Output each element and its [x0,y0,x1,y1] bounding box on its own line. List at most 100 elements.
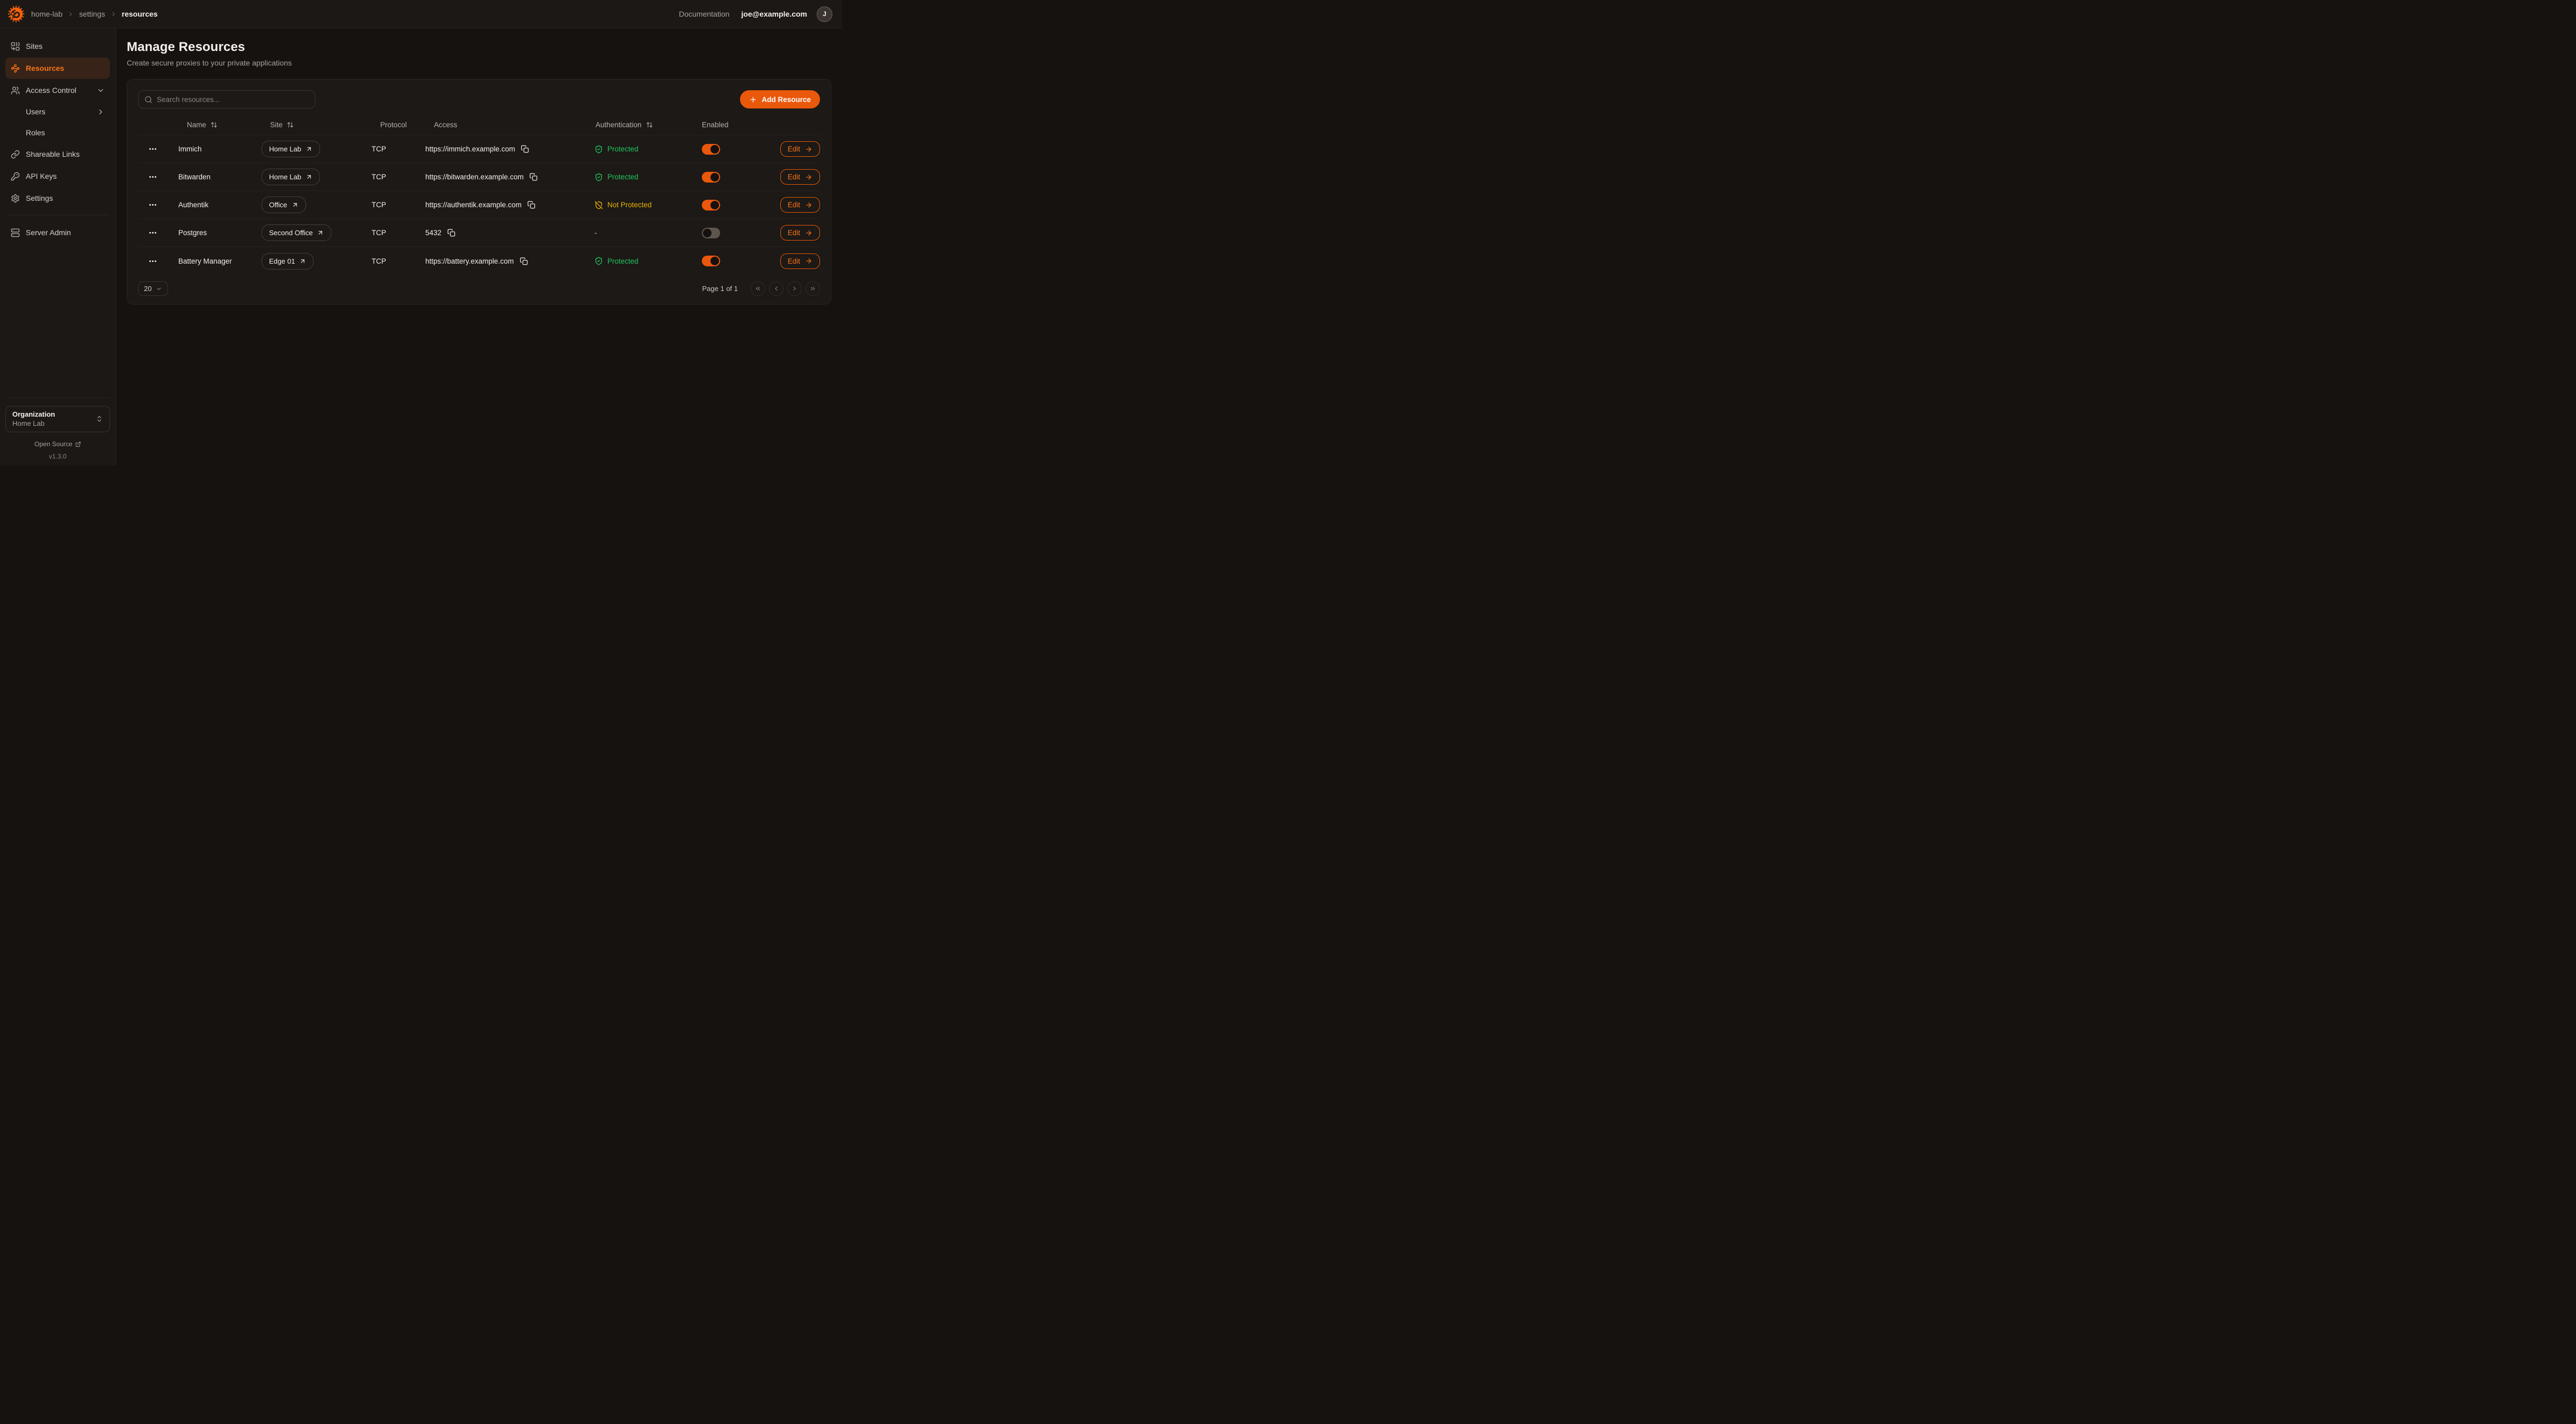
last-page-button[interactable] [806,281,820,296]
site-link-button[interactable]: Home Lab [262,141,320,157]
copy-button[interactable] [527,201,535,209]
copy-button[interactable] [529,173,538,181]
external-link-icon [75,441,81,447]
row-actions-cell: Edit [750,141,820,157]
sidebar-item-label: Server Admin [26,228,71,237]
user-email[interactable]: joe@example.com [741,10,807,18]
header-name-label: Name [187,121,206,129]
header-site-label: Site [270,121,282,129]
auth-status: Protected [594,145,638,154]
protocol-value: TCP [372,145,386,153]
gear-icon [11,194,20,203]
copy-button[interactable] [521,145,529,153]
row-menu-button[interactable] [148,228,157,237]
avatar[interactable]: J [817,6,832,22]
open-source-link[interactable]: Open Source [5,440,110,448]
row-site-cell: Office [253,197,364,213]
ellipsis-icon [148,200,157,209]
chevron-left-icon [773,285,780,292]
breadcrumb-org[interactable]: home-lab [31,10,62,18]
sort-icon[interactable] [211,121,217,128]
sidebar-item-api-keys[interactable]: API Keys [5,165,110,187]
enabled-toggle[interactable] [702,200,720,210]
row-menu-button[interactable] [148,172,157,181]
sort-icon[interactable] [646,121,653,128]
add-resource-button[interactable]: Add Resource [740,90,820,108]
topbar: home-lab settings resources Documentatio… [0,0,842,28]
previous-page-button[interactable] [769,281,783,296]
sidebar-item-sites[interactable]: Sites [5,35,110,57]
header-authentication-label: Authentication [596,121,642,129]
row-name-cell: Immich [170,145,253,153]
site-link-button[interactable]: Home Lab [262,169,320,185]
enabled-toggle[interactable] [702,144,720,155]
sidebar-item-label: API Keys [26,172,57,180]
breadcrumb-settings[interactable]: settings [79,10,105,18]
edit-button[interactable]: Edit [780,169,820,185]
enabled-toggle[interactable] [702,228,720,238]
arrow-right-icon [805,146,812,153]
auth-status-label: Protected [607,145,638,153]
page-size-select[interactable]: 20 [138,281,168,296]
sidebar-item-resources[interactable]: Resources [5,57,110,79]
edit-button[interactable]: Edit [780,253,820,269]
row-menu-button[interactable] [148,200,157,209]
header-site: Site [253,121,364,129]
protocol-value: TCP [372,173,386,181]
access-value: https://authentik.example.com [425,201,521,209]
resource-name: Battery Manager [178,257,232,265]
row-protocol-cell: TCP [364,229,417,237]
page-size-value: 20 [144,285,151,293]
site-link-button[interactable]: Second Office [262,224,331,241]
sidebar-item-settings[interactable]: Settings [5,187,110,209]
row-protocol-cell: TCP [364,201,417,209]
edit-button[interactable]: Edit [780,225,820,241]
sidebar-item-shareable-links[interactable]: Shareable Links [5,143,110,165]
sidebar-item-label: Sites [26,42,42,50]
search-input[interactable] [157,96,309,104]
row-access-cell: https://authentik.example.com [417,201,586,209]
org-selector[interactable]: Organization Home Lab [5,406,110,432]
next-page-button[interactable] [787,281,802,296]
sidebar-item-server-admin[interactable]: Server Admin [5,222,110,243]
enabled-toggle[interactable] [702,256,720,266]
edit-button-label: Edit [788,229,800,237]
edit-button[interactable]: Edit [780,197,820,213]
ellipsis-icon [148,257,157,266]
first-page-button[interactable] [751,281,765,296]
toggle-knob [710,201,719,209]
site-link-button[interactable]: Office [262,197,306,213]
arrow-up-right-icon [306,173,313,180]
auth-status: Protected [594,173,638,181]
edit-button-label: Edit [788,257,800,265]
row-menu-button[interactable] [148,257,157,266]
main-content: Manage Resources Create secure proxies t… [116,28,842,466]
sort-icon[interactable] [287,121,294,128]
sidebar-item-roles[interactable]: Roles [5,122,110,143]
site-name: Home Lab [269,173,301,181]
row-auth-cell: Protected [586,145,686,154]
row-menu-button[interactable] [148,144,157,154]
row-actions-cell: Edit [750,197,820,213]
documentation-link[interactable]: Documentation [679,10,729,18]
copy-button[interactable] [447,229,455,237]
enabled-toggle[interactable] [702,172,720,183]
copy-button[interactable] [520,257,528,265]
row-auth-cell: - [586,229,686,237]
site-link-button[interactable]: Edge 01 [262,253,314,270]
key-icon [11,172,20,181]
header-access-label: Access [434,121,458,129]
resource-row: Battery Manager Edge 01 TCP https://batt… [138,247,820,275]
row-access-cell: https://battery.example.com [417,257,586,265]
auth-status-label: Protected [607,173,638,181]
edit-button[interactable]: Edit [780,141,820,157]
sidebar-item-access-control[interactable]: Access Control [5,79,110,101]
row-actions-cell: Edit [750,225,820,241]
sidebar-item-users[interactable]: Users [5,101,110,122]
row-auth-cell: Protected [586,173,686,181]
resource-name: Immich [178,145,202,153]
header-enabled: Enabled [686,121,750,129]
add-resource-label: Add Resource [761,96,811,104]
row-name-cell: Battery Manager [170,257,253,265]
chevrons-left-icon [754,285,761,292]
